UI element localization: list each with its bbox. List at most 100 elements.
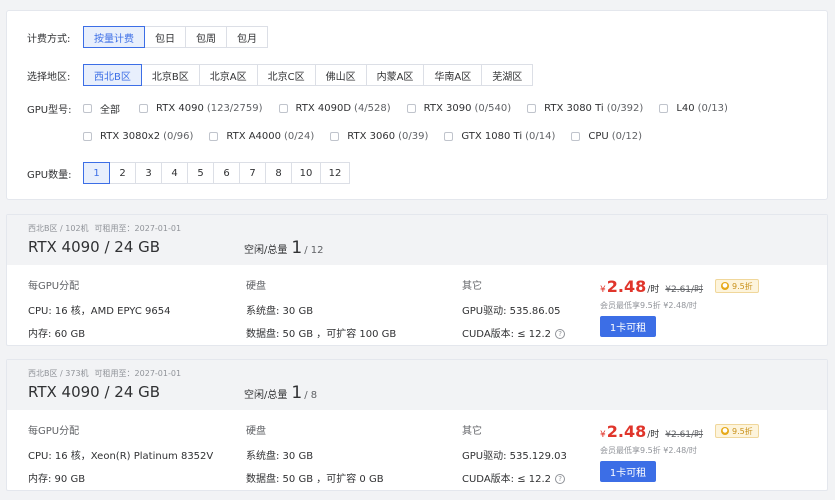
checkbox-icon[interactable] [444, 132, 454, 141]
rent-until: 可租用至：2027-01-01 [94, 369, 182, 378]
disk-column: 硬盘 系统盘: 30 GB 数据盘: 50 GB ，可扩容 100 GB [246, 277, 396, 345]
price-value: 2.48 [606, 422, 647, 441]
gpu-count-option[interactable]: 2 [109, 162, 136, 184]
gpu-count-option[interactable]: 7 [239, 162, 266, 184]
gpu-model-options-1: 全部 RTX 4090 (123/2759) RTX 4090D (4/528) RTX … [83, 101, 744, 116]
card-meta: 西北B区 / 102机 可租用至：2027-01-01 [28, 223, 187, 234]
checkbox-icon[interactable] [83, 132, 92, 141]
gpu-model-name: RTX 3060 [347, 131, 396, 142]
card-header: 西北B区 / 102机 可租用至：2027-01-01 RTX 4090 / 24 … [7, 215, 827, 265]
coin-icon: ● [721, 282, 729, 290]
member-price: 会员最低享9.5折 ¥2.48/时 [600, 446, 697, 455]
region-option[interactable]: 华南A区 [423, 64, 483, 86]
gpu-driver: GPU驱动: 535.129.03 [462, 451, 567, 462]
region-option[interactable]: 芜湖区 [481, 64, 534, 86]
checkbox-icon[interactable] [527, 104, 537, 113]
gpu-model-count: (0/392) [606, 103, 644, 114]
billing-option[interactable]: 包日 [144, 26, 186, 48]
gpu-model-checkbox[interactable]: RTX 3080x2 (0/96) [83, 131, 193, 142]
cpu-info: CPU: 16 核，Xeon(R) Platinum 8352V [28, 451, 214, 462]
gpu-model-name: CPU [588, 131, 609, 142]
gpu-count-option[interactable]: 12 [320, 162, 350, 184]
region-info: 西北B区 / 102机 [28, 224, 89, 233]
gpu-count-option[interactable]: 3 [135, 162, 162, 184]
checkbox-icon[interactable] [406, 104, 416, 113]
checkbox-icon[interactable] [330, 132, 340, 141]
gpu-count-option[interactable]: 4 [161, 162, 188, 184]
machine-card: 西北B区 / 102机 可租用至：2027-01-01 RTX 4090 / 24 … [6, 214, 828, 346]
price-currency: ¥ [600, 430, 606, 440]
card-meta: 西北B区 / 373机 可租用至：2027-01-01 [28, 368, 187, 379]
region-option[interactable]: 内蒙A区 [365, 64, 425, 86]
checkbox-icon[interactable] [278, 104, 288, 113]
gpu-model-count: (123/2759) [206, 103, 263, 114]
price: ¥2.48/时 ¥2.61/时 [600, 277, 703, 296]
region-option[interactable]: 西北B区 [83, 64, 142, 86]
region-option[interactable]: 佛山区 [314, 64, 367, 86]
gpu-model-label: GPU型号: [27, 105, 72, 116]
billing-option[interactable]: 包周 [185, 26, 227, 48]
gpu-count-options: 1 2 3 4 5 6 7 8 10 12 [83, 162, 350, 184]
other-column: 其它 GPU驱动: 535.86.05 CUDA版本: ≤ 12.2? [462, 277, 566, 345]
gpu-model-checkbox[interactable]: RTX 3060 (0/39) [330, 131, 428, 142]
cuda-version-row: CUDA版本: ≤ 12.2? [462, 470, 567, 485]
rent-button[interactable]: 1卡可租 [600, 316, 656, 337]
gpu-model-checkbox[interactable]: CPU (0/12) [571, 131, 642, 142]
gpu-model-checkbox[interactable]: GTX 1080 Ti (0/14) [444, 131, 555, 142]
region-options: 西北B区 北京B区 北京A区 北京C区 佛山区 内蒙A区 华南A区 芜湖区 [83, 64, 534, 86]
checkbox-icon[interactable] [659, 104, 669, 113]
gpu-model-checkbox[interactable]: RTX 4090 (123/2759) [139, 101, 263, 116]
price-currency: ¥ [600, 285, 606, 295]
gpu-model-checkbox[interactable]: 全部 [83, 101, 123, 116]
gpu-model-checkbox[interactable]: RTX A4000 (0/24) [209, 131, 314, 142]
idle-label: 空闲/总量 [244, 390, 288, 401]
price-value: 2.48 [606, 277, 647, 296]
gpu-model-row: GPU型号: 全部 RTX 4090 (123/2759) RTX 4090D (4/5… [27, 101, 744, 116]
checkbox-icon[interactable] [83, 104, 92, 113]
gpu-model-checkbox[interactable]: RTX 4090D (4/528) [278, 101, 391, 116]
checkbox-icon[interactable] [571, 132, 581, 141]
gpu-count-option[interactable]: 6 [213, 162, 240, 184]
total-count: / 8 [304, 390, 318, 401]
gpu-model-count: (0/540) [474, 103, 512, 114]
billing-label: 计费方式: [27, 33, 71, 45]
gpu-spec-column: 每GPU分配 CPU: 16 核，AMD EPYC 9654 内存: 60 GB [28, 277, 171, 345]
idle-total: 空闲/总量 1/ 12 [244, 238, 323, 258]
rent-button[interactable]: 1卡可租 [600, 461, 656, 482]
gpu-count-option[interactable]: 10 [291, 162, 321, 184]
gpu-count-option[interactable]: 5 [187, 162, 214, 184]
other-column: 其它 GPU驱动: 535.129.03 CUDA版本: ≤ 12.2? [462, 422, 567, 490]
gpu-model-count: (0/12) [611, 131, 642, 142]
gpu-model-name: RTX 3090 [423, 103, 472, 114]
idle-count: 1 [291, 383, 303, 403]
cuda-version: CUDA版本: ≤ 12.2 [462, 329, 552, 340]
gpu-spec-column: 每GPU分配 CPU: 16 核，Xeon(R) Platinum 8352V 内存… [28, 422, 214, 490]
cpu-info: CPU: 16 核，AMD EPYC 9654 [28, 306, 171, 317]
gpu-count-option[interactable]: 8 [265, 162, 292, 184]
gpu-model-checkbox[interactable]: RTX 3090 (0/540) [406, 101, 512, 116]
gpu-model-checkbox[interactable]: L40 (0/13) [659, 101, 728, 116]
checkbox-icon[interactable] [139, 104, 148, 113]
gpu-model-count: (0/39) [398, 131, 429, 142]
price: ¥2.48/时 ¥2.61/时 [600, 422, 703, 441]
billing-row: 计费方式: 按量计费 包日 包周 包月 [27, 26, 268, 48]
region-option[interactable]: 北京C区 [256, 64, 316, 86]
gpu-count-row: GPU数量: 1 2 3 4 5 6 7 8 10 12 [27, 162, 350, 184]
billing-option[interactable]: 按量计费 [83, 26, 145, 48]
gpu-model-checkbox[interactable]: RTX 3080 Ti (0/392) [527, 101, 643, 116]
help-icon[interactable]: ? [555, 474, 566, 484]
gpu-model-name: RTX 3080x2 [100, 131, 161, 142]
region-option[interactable]: 北京B区 [140, 64, 200, 86]
help-icon[interactable]: ? [555, 329, 566, 339]
disk-header: 硬盘 [246, 281, 266, 292]
region-info: 西北B区 / 373机 [28, 369, 89, 378]
rent-until: 可租用至：2027-01-01 [94, 224, 182, 233]
gpu-count-option[interactable]: 1 [83, 162, 110, 184]
checkbox-icon[interactable] [209, 132, 219, 141]
spec-header: 每GPU分配 [28, 426, 80, 437]
gpu-model-count: (0/14) [525, 131, 556, 142]
gpu-count-label: GPU数量: [27, 169, 72, 181]
billing-option[interactable]: 包月 [226, 26, 268, 48]
region-option[interactable]: 北京A区 [198, 64, 258, 86]
disk-column: 硬盘 系统盘: 30 GB 数据盘: 50 GB ，可扩容 0 GB [246, 422, 384, 490]
